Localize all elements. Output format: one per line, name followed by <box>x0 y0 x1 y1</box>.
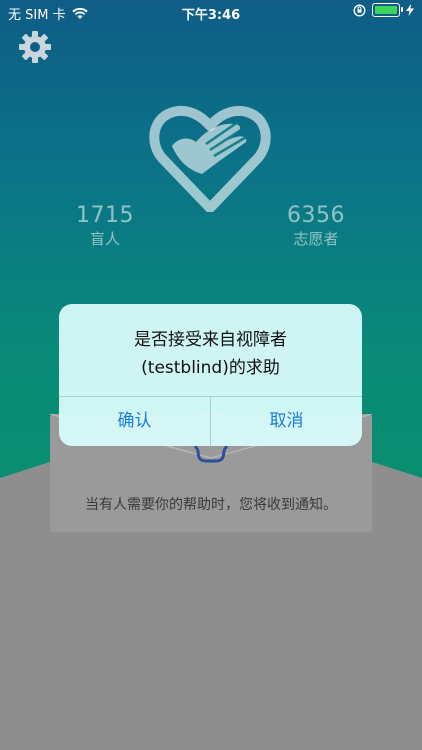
orientation-lock-icon <box>353 3 366 17</box>
blind-label: 盲人 <box>89 230 120 248</box>
battery-icon <box>372 3 403 17</box>
bell-icon <box>193 446 229 463</box>
volunteer-count: 6356 <box>287 203 345 228</box>
cancel-button[interactable]: 取消 <box>211 397 362 446</box>
gear-icon[interactable] <box>16 28 54 66</box>
notification-message: 当有人需要你的帮助时，您将收到通知。 <box>85 497 337 513</box>
blind-stat: 1715 盲人 <box>45 203 165 249</box>
charging-icon <box>406 4 414 16</box>
volunteer-stat: 6356 志愿者 <box>256 203 376 249</box>
confirm-button[interactable]: 确认 <box>59 397 210 446</box>
dialog-message-line2: (testblind)的求助 <box>141 358 280 378</box>
dialog-message: 是否接受来自视障者 (testblind)的求助 <box>59 326 362 382</box>
help-request-dialog: 是否接受来自视障者 (testblind)的求助 确认 取消 <box>59 304 362 446</box>
heart-dove-hand-icon <box>149 105 271 212</box>
volunteer-label: 志愿者 <box>293 230 339 248</box>
blind-count: 1715 <box>76 203 134 228</box>
dialog-message-line1: 是否接受来自视障者 <box>134 330 287 350</box>
status-bar: 无 SIM 卡 下午3:46 <box>0 0 422 24</box>
